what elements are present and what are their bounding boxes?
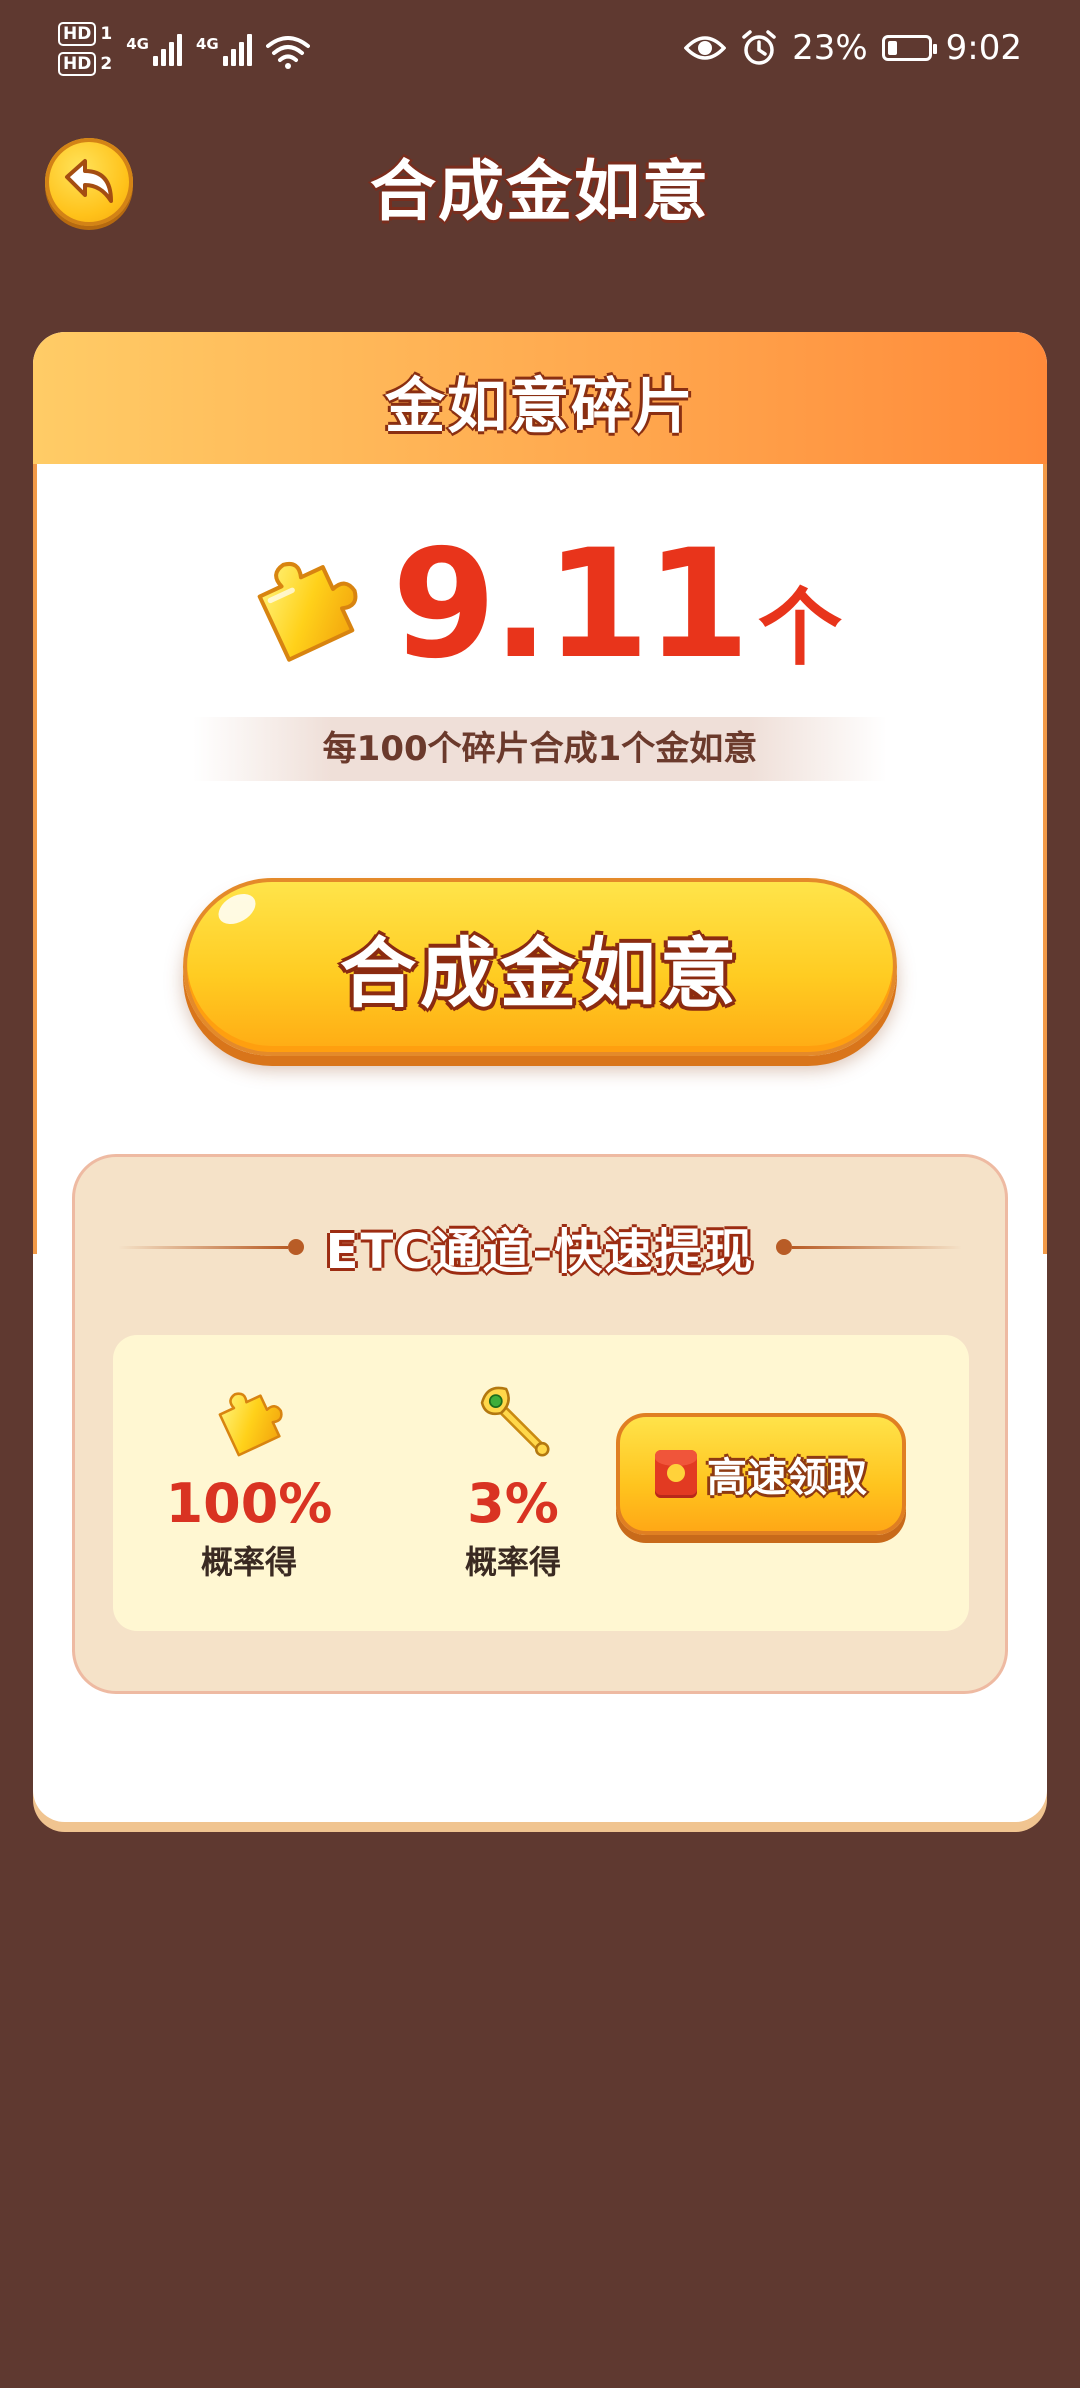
signal-icon: 4G bbox=[126, 32, 182, 66]
sim1-number: 1 bbox=[100, 24, 113, 44]
merge-button[interactable]: 合成金如意 bbox=[183, 878, 897, 1056]
fragment-unit: 个 bbox=[758, 579, 843, 677]
sim1-indicator: HD 1 bbox=[58, 22, 112, 46]
puzzle-piece-icon bbox=[218, 1392, 283, 1457]
clock: 9:02 bbox=[945, 28, 1022, 68]
card-header: 金如意碎片 bbox=[33, 332, 1047, 464]
sim2-label: HD bbox=[58, 52, 97, 76]
ruyi-scepter-icon bbox=[480, 1386, 550, 1457]
sim2-indicator: HD 2 bbox=[58, 52, 112, 76]
reward-percent: 100% bbox=[165, 1472, 333, 1535]
card-header-title: 金如意碎片 bbox=[385, 372, 695, 442]
network-type-2: 4G bbox=[195, 35, 219, 53]
divider-dot bbox=[776, 1239, 793, 1255]
reward-item: 3% 概率得 bbox=[413, 1377, 613, 1583]
sim1-label: HD bbox=[58, 22, 97, 46]
eye-icon bbox=[684, 36, 727, 60]
divider bbox=[792, 1245, 963, 1249]
page-title: 合成金如意 bbox=[370, 153, 710, 230]
battery-percent: 23% bbox=[792, 28, 868, 68]
merge-rule-text: 每100个碎片合成1个金如意 bbox=[193, 717, 887, 781]
network-type-1: 4G bbox=[126, 35, 149, 53]
divider bbox=[117, 1245, 288, 1249]
fast-claim-button[interactable]: 高速领取 bbox=[616, 1413, 906, 1535]
signal-icon: 4G bbox=[196, 32, 252, 66]
reward-item: 100% 概率得 bbox=[149, 1377, 349, 1583]
puzzle-piece-icon bbox=[257, 561, 358, 662]
battery-icon bbox=[881, 35, 937, 61]
reward-box: 100% 概率得 3% 概率得 高速领取 bbox=[113, 1335, 969, 1631]
status-bar: HD 1 HD 2 4G 4G 23% 9:02 bbox=[0, 0, 1080, 108]
fragment-count-row: 9.11 个 bbox=[33, 527, 1047, 682]
etc-title: ETC通道-快速提现 bbox=[325, 1224, 755, 1280]
merge-button-label: 合成金如意 bbox=[340, 929, 740, 1018]
red-envelope-icon bbox=[655, 1450, 697, 1498]
wifi-icon bbox=[265, 36, 310, 69]
reward-label: 概率得 bbox=[200, 1543, 297, 1581]
fast-claim-label: 高速领取 bbox=[707, 1455, 867, 1501]
fragment-count: 9.11 bbox=[391, 517, 750, 692]
alarm-icon bbox=[742, 30, 776, 65]
etc-withdraw-panel: ETC通道-快速提现 100% 概率得 3% 概率得 高速领取 bbox=[72, 1154, 1008, 1694]
reward-percent: 3% bbox=[467, 1472, 559, 1535]
divider-dot bbox=[287, 1239, 304, 1255]
sim2-number: 2 bbox=[100, 54, 113, 74]
reward-label: 概率得 bbox=[464, 1543, 561, 1581]
fragment-card: 金如意碎片 9.11 个 每100个碎片合成1个金如意 合成金如意 ETC通道-… bbox=[33, 332, 1047, 1822]
